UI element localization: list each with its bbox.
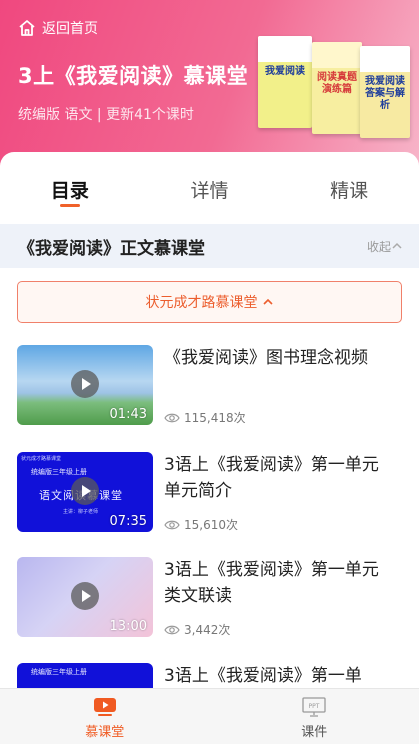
- eye-icon: [164, 625, 180, 634]
- view-count-text: 15,610次: [184, 518, 238, 532]
- view-count: 3,442次: [164, 621, 230, 638]
- book-cover-title: 我爱阅读 答案与解析: [365, 76, 405, 111]
- video-title: 3语上《我爱阅读》第一单: [164, 666, 362, 686]
- chevron-up-icon: [262, 298, 273, 305]
- subsection-label: 状元成才路慕课堂: [145, 295, 258, 311]
- thumbnail-caption: 统编版三年级上册: [31, 468, 87, 476]
- play-icon: [93, 698, 116, 716]
- book-cover: 我爱阅读: [258, 36, 312, 128]
- video-item[interactable]: 01:43 《我爱阅读》图书理念视频 115,418次: [0, 343, 419, 443]
- book-cover-title: 阅读真题 演练篇: [317, 72, 357, 95]
- svg-text:PPT: PPT: [309, 703, 320, 710]
- tab-bar: 目录 详情 精课: [0, 152, 419, 224]
- thumbnail-brand-text: 状元成才路慕课堂: [21, 456, 62, 462]
- nav-label: 慕课堂: [85, 725, 125, 740]
- play-icon: [71, 477, 99, 505]
- book-cover: 我爱阅读 答案与解析: [360, 46, 410, 138]
- tab-details[interactable]: 详情: [140, 152, 280, 224]
- video-title: 3语上《我爱阅读》第一单元 单元简介: [164, 455, 379, 501]
- view-count: 15,610次: [164, 516, 238, 533]
- tab-catalog[interactable]: 目录: [0, 152, 140, 224]
- book-cover-title: 我爱阅读: [265, 66, 305, 77]
- eye-icon: [164, 520, 180, 529]
- course-title: 3上《我爱阅读》慕课堂: [18, 64, 249, 88]
- video-thumbnail[interactable]: 状元成才路慕课堂 统编版三年级上册 语文阅读慕课堂 主讲：柳子老师 07:35: [17, 452, 153, 532]
- tab-label: 目录: [50, 180, 89, 202]
- active-tab-indicator: [59, 204, 80, 207]
- course-meta: 统编版 语文 | 更新41个课时: [18, 107, 194, 123]
- video-thumbnail[interactable]: 01:43: [17, 345, 153, 425]
- view-count-text: 115,418次: [184, 411, 246, 425]
- video-duration: 13:00: [109, 619, 147, 634]
- thumbnail-subtitle: 主讲：柳子老师: [63, 509, 99, 515]
- bottom-nav: 慕课堂 PPT 课件: [0, 688, 419, 744]
- view-count: 115,418次: [164, 409, 246, 426]
- view-count-text: 3,442次: [184, 623, 231, 637]
- tab-label: 精课: [330, 180, 369, 202]
- nav-mooc[interactable]: 慕课堂: [0, 689, 210, 744]
- nav-courseware[interactable]: PPT 课件: [210, 689, 419, 744]
- book-covers: 我爱阅读 阅读真题 演练篇 我爱阅读 答案与解析: [256, 36, 416, 138]
- video-title: 3语上《我爱阅读》第一单元 类文联读: [164, 560, 379, 606]
- section-title: 《我爱阅读》正文慕课堂: [18, 238, 205, 259]
- video-title: 《我爱阅读》图书理念视频: [164, 348, 368, 368]
- eye-icon: [164, 413, 180, 422]
- section-header: 《我爱阅读》正文慕课堂 收起: [0, 224, 419, 268]
- course-header: 返回首页 3上《我爱阅读》慕课堂 统编版 语文 | 更新41个课时 我爱阅读 阅…: [0, 0, 419, 170]
- video-duration: 01:43: [109, 407, 147, 422]
- tab-featured[interactable]: 精课: [279, 152, 419, 224]
- play-icon: [71, 582, 99, 610]
- back-home-label: 返回首页: [42, 21, 98, 37]
- subsection-toggle-button[interactable]: 状元成才路慕课堂: [17, 281, 402, 323]
- book-cover: 阅读真题 演练篇: [312, 42, 362, 134]
- nav-label: 课件: [301, 725, 328, 740]
- collapse-button[interactable]: 收起: [367, 238, 403, 255]
- home-icon: [19, 20, 35, 36]
- video-item[interactable]: 13:00 3语上《我爱阅读》第一单元 类文联读 3,442次: [0, 555, 419, 655]
- video-duration: 07:35: [109, 514, 147, 529]
- ppt-icon: PPT: [302, 697, 326, 717]
- collapse-label: 收起: [366, 239, 391, 254]
- back-home-button[interactable]: 返回首页: [18, 18, 98, 38]
- tab-label: 详情: [190, 180, 229, 202]
- video-thumbnail[interactable]: 13:00: [17, 557, 153, 637]
- video-item[interactable]: 状元成才路慕课堂 统编版三年级上册 语文阅读慕课堂 主讲：柳子老师 07:35 …: [0, 450, 419, 550]
- play-icon: [71, 370, 99, 398]
- thumbnail-caption: 统编版三年级上册: [31, 668, 87, 676]
- chevron-up-icon: [392, 242, 402, 249]
